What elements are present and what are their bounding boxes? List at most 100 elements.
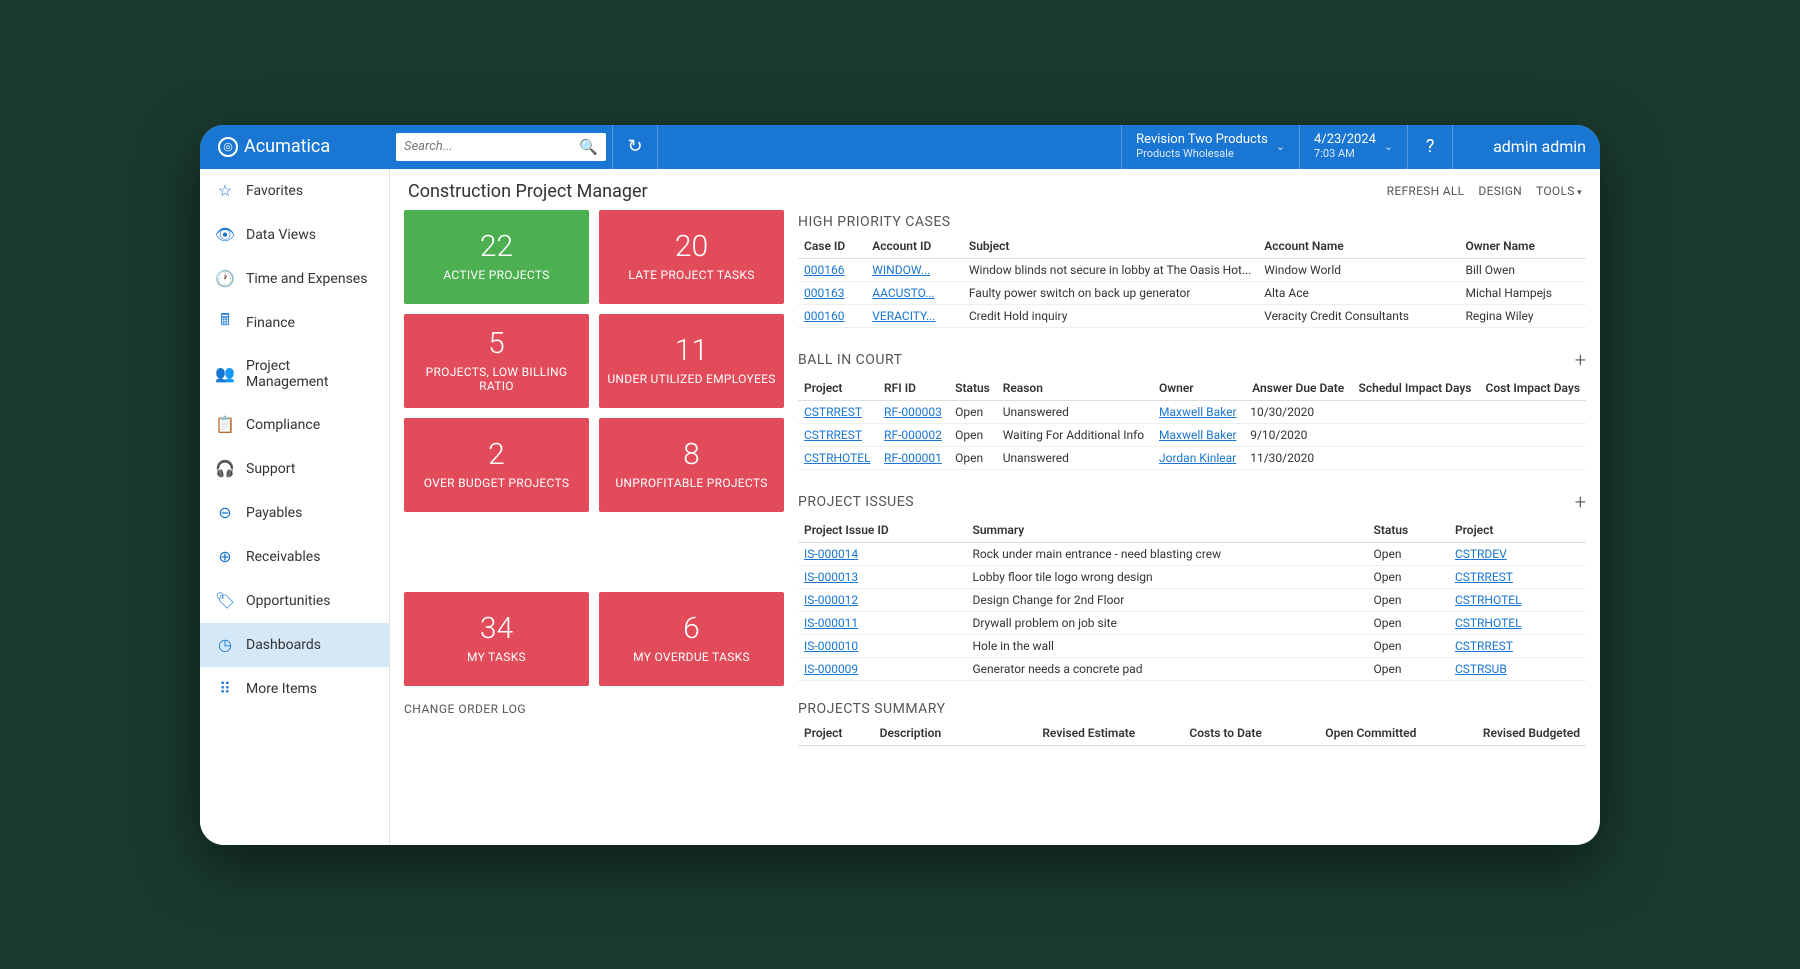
column-header[interactable]: Project xyxy=(798,376,878,401)
issue-link[interactable]: IS-000014 xyxy=(804,547,858,561)
table-row[interactable]: 000160VERACITY...Credit Hold inquiryVera… xyxy=(798,304,1586,327)
table-row[interactable]: IS-000011Drywall problem on job siteOpen… xyxy=(798,611,1586,634)
brand[interactable]: ◎ Acumatica xyxy=(200,136,390,157)
column-header[interactable]: Revised Estimate xyxy=(984,721,1141,746)
project-link[interactable]: CSTRREST xyxy=(1455,639,1513,653)
column-header[interactable]: Owner xyxy=(1153,376,1244,401)
sidebar-item-dashboards[interactable]: ◷Dashboards xyxy=(200,623,389,667)
owner-link[interactable]: Maxwell Baker xyxy=(1159,405,1237,419)
design-button[interactable]: DESIGN xyxy=(1478,184,1522,198)
table-row[interactable]: IS-000012Design Change for 2nd FloorOpen… xyxy=(798,588,1586,611)
sidebar-item-compliance[interactable]: 📋Compliance xyxy=(200,403,389,447)
column-header[interactable]: Costs to Date xyxy=(1141,721,1268,746)
project-link[interactable]: CSTRDEV xyxy=(1455,547,1507,561)
account-link[interactable]: WINDOW... xyxy=(872,263,930,277)
table-row[interactable]: 000166WINDOW...Window blinds not secure … xyxy=(798,258,1586,281)
kpi-tile[interactable]: 22ACTIVE PROJECTS xyxy=(404,210,589,304)
column-header[interactable]: Status xyxy=(1368,518,1449,543)
table-row[interactable]: CSTRHOTELRF-000001OpenUnansweredJordan K… xyxy=(798,446,1586,469)
search-box[interactable]: 🔍 xyxy=(396,133,606,161)
account-link[interactable]: VERACITY... xyxy=(872,309,935,323)
issue-link[interactable]: IS-000010 xyxy=(804,639,858,653)
table-row[interactable]: IS-000014Rock under main entrance - need… xyxy=(798,542,1586,565)
issue-link[interactable]: IS-000011 xyxy=(804,616,858,630)
column-header[interactable]: Project Issue ID xyxy=(798,518,967,543)
project-link[interactable]: CSTRSUB xyxy=(1455,662,1507,676)
sidebar-item-payables[interactable]: ⊖Payables xyxy=(200,491,389,535)
project-link[interactable]: CSTRREST xyxy=(804,405,862,419)
refresh-all-button[interactable]: REFRESH ALL xyxy=(1387,184,1465,198)
project-link[interactable]: CSTRHOTEL xyxy=(804,451,871,465)
column-header[interactable]: Description xyxy=(874,721,984,746)
column-header[interactable]: Summary xyxy=(967,518,1368,543)
search-icon[interactable]: 🔍 xyxy=(579,138,598,156)
case-link[interactable]: 000160 xyxy=(804,309,844,323)
column-header[interactable]: Account Name xyxy=(1258,234,1459,259)
column-header[interactable]: Account ID xyxy=(866,234,963,259)
page-title: Construction Project Manager xyxy=(408,181,1373,202)
company-selector[interactable]: Revision Two Products Products Wholesale… xyxy=(1122,125,1299,169)
kpi-label: ACTIVE PROJECTS xyxy=(443,268,549,282)
rfi-link[interactable]: RF-000002 xyxy=(884,428,942,442)
table-row[interactable]: CSTRRESTRF-000003OpenUnansweredMaxwell B… xyxy=(798,400,1586,423)
sidebar-item-support[interactable]: 🎧Support xyxy=(200,447,389,491)
account-link[interactable]: AACUSTO... xyxy=(872,286,934,300)
tools-button[interactable]: TOOLS xyxy=(1536,184,1582,198)
column-header[interactable]: Answer Due Date xyxy=(1244,376,1350,401)
sidebar-item-time-and-expenses[interactable]: 🕐Time and Expenses xyxy=(200,257,389,301)
kpi-tile[interactable]: 34MY TASKS xyxy=(404,592,589,686)
column-header[interactable]: Revised Budgeted xyxy=(1422,721,1586,746)
sidebar-item-project-management[interactable]: 👥Project Management xyxy=(200,345,389,403)
add-icon[interactable]: + xyxy=(1575,348,1586,372)
table-row[interactable]: IS-000010Hole in the wallOpenCSTRREST xyxy=(798,634,1586,657)
rfi-link[interactable]: RF-000001 xyxy=(884,451,942,465)
column-header[interactable]: Subject xyxy=(963,234,1258,259)
case-link[interactable]: 000166 xyxy=(804,263,844,277)
column-header[interactable]: Project xyxy=(798,721,874,746)
project-link[interactable]: CSTRHOTEL xyxy=(1455,616,1522,630)
kpi-tile[interactable]: 5PROJECTS, LOW BILLING RATIO xyxy=(404,314,589,408)
owner-link[interactable]: Maxwell Baker xyxy=(1159,428,1237,442)
column-header[interactable]: Cost Impact Days xyxy=(1477,376,1586,401)
search-input[interactable] xyxy=(404,139,579,154)
kpi-tile[interactable]: 6MY OVERDUE TASKS xyxy=(599,592,784,686)
help-icon[interactable]: ? xyxy=(1408,125,1452,169)
kpi-label: OVER BUDGET PROJECTS xyxy=(424,476,570,490)
column-header[interactable]: Status xyxy=(949,376,997,401)
table-row[interactable]: CSTRRESTRF-000002OpenWaiting For Additio… xyxy=(798,423,1586,446)
user-menu[interactable]: 👤 admin admin xyxy=(1453,137,1600,156)
issue-link[interactable]: IS-000012 xyxy=(804,593,858,607)
owner-link[interactable]: Jordan Kinlear xyxy=(1159,451,1236,465)
project-link[interactable]: CSTRHOTEL xyxy=(1455,593,1522,607)
case-link[interactable]: 000163 xyxy=(804,286,844,300)
add-icon[interactable]: + xyxy=(1575,490,1586,514)
kpi-tile[interactable]: 20LATE PROJECT TASKS xyxy=(599,210,784,304)
sidebar-item-opportunities[interactable]: 🏷Opportunities xyxy=(200,579,389,623)
sidebar-item-receivables[interactable]: ⊕Receivables xyxy=(200,535,389,579)
sidebar-item-favorites[interactable]: ☆Favorites xyxy=(200,169,389,213)
project-link[interactable]: CSTRREST xyxy=(804,428,862,442)
rfi-link[interactable]: RF-000003 xyxy=(884,405,942,419)
project-link[interactable]: CSTRREST xyxy=(1455,570,1513,584)
table-row[interactable]: 000163AACUSTO...Faulty power switch on b… xyxy=(798,281,1586,304)
sidebar-item-more-items[interactable]: ⠿More Items xyxy=(200,667,389,711)
column-header[interactable]: RFI ID xyxy=(878,376,949,401)
column-header[interactable]: Open Committed xyxy=(1268,721,1423,746)
kpi-tile[interactable]: 11UNDER UTILIZED EMPLOYEES xyxy=(599,314,784,408)
column-header[interactable]: Schedul Impact Days xyxy=(1350,376,1477,401)
column-header[interactable]: Reason xyxy=(997,376,1153,401)
refresh-icon[interactable]: ↻ xyxy=(613,125,657,169)
kpi-tile[interactable]: 8UNPROFITABLE PROJECTS xyxy=(599,418,784,512)
table-row[interactable]: IS-000013Lobby floor tile logo wrong des… xyxy=(798,565,1586,588)
cell: Design Change for 2nd Floor xyxy=(967,588,1368,611)
kpi-tile[interactable]: 2OVER BUDGET PROJECTS xyxy=(404,418,589,512)
date-selector[interactable]: 4/23/2024 7:03 AM ⌄ xyxy=(1300,125,1407,169)
sidebar-item-finance[interactable]: 🖩Finance xyxy=(200,301,389,345)
column-header[interactable]: Case ID xyxy=(798,234,866,259)
issue-link[interactable]: IS-000013 xyxy=(804,570,858,584)
table-row[interactable]: IS-000009Generator needs a concrete padO… xyxy=(798,657,1586,680)
column-header[interactable]: Project xyxy=(1449,518,1586,543)
sidebar-item-data-views[interactable]: 👁Data Views xyxy=(200,213,389,257)
column-header[interactable]: Owner Name xyxy=(1460,234,1586,259)
issue-link[interactable]: IS-000009 xyxy=(804,662,858,676)
